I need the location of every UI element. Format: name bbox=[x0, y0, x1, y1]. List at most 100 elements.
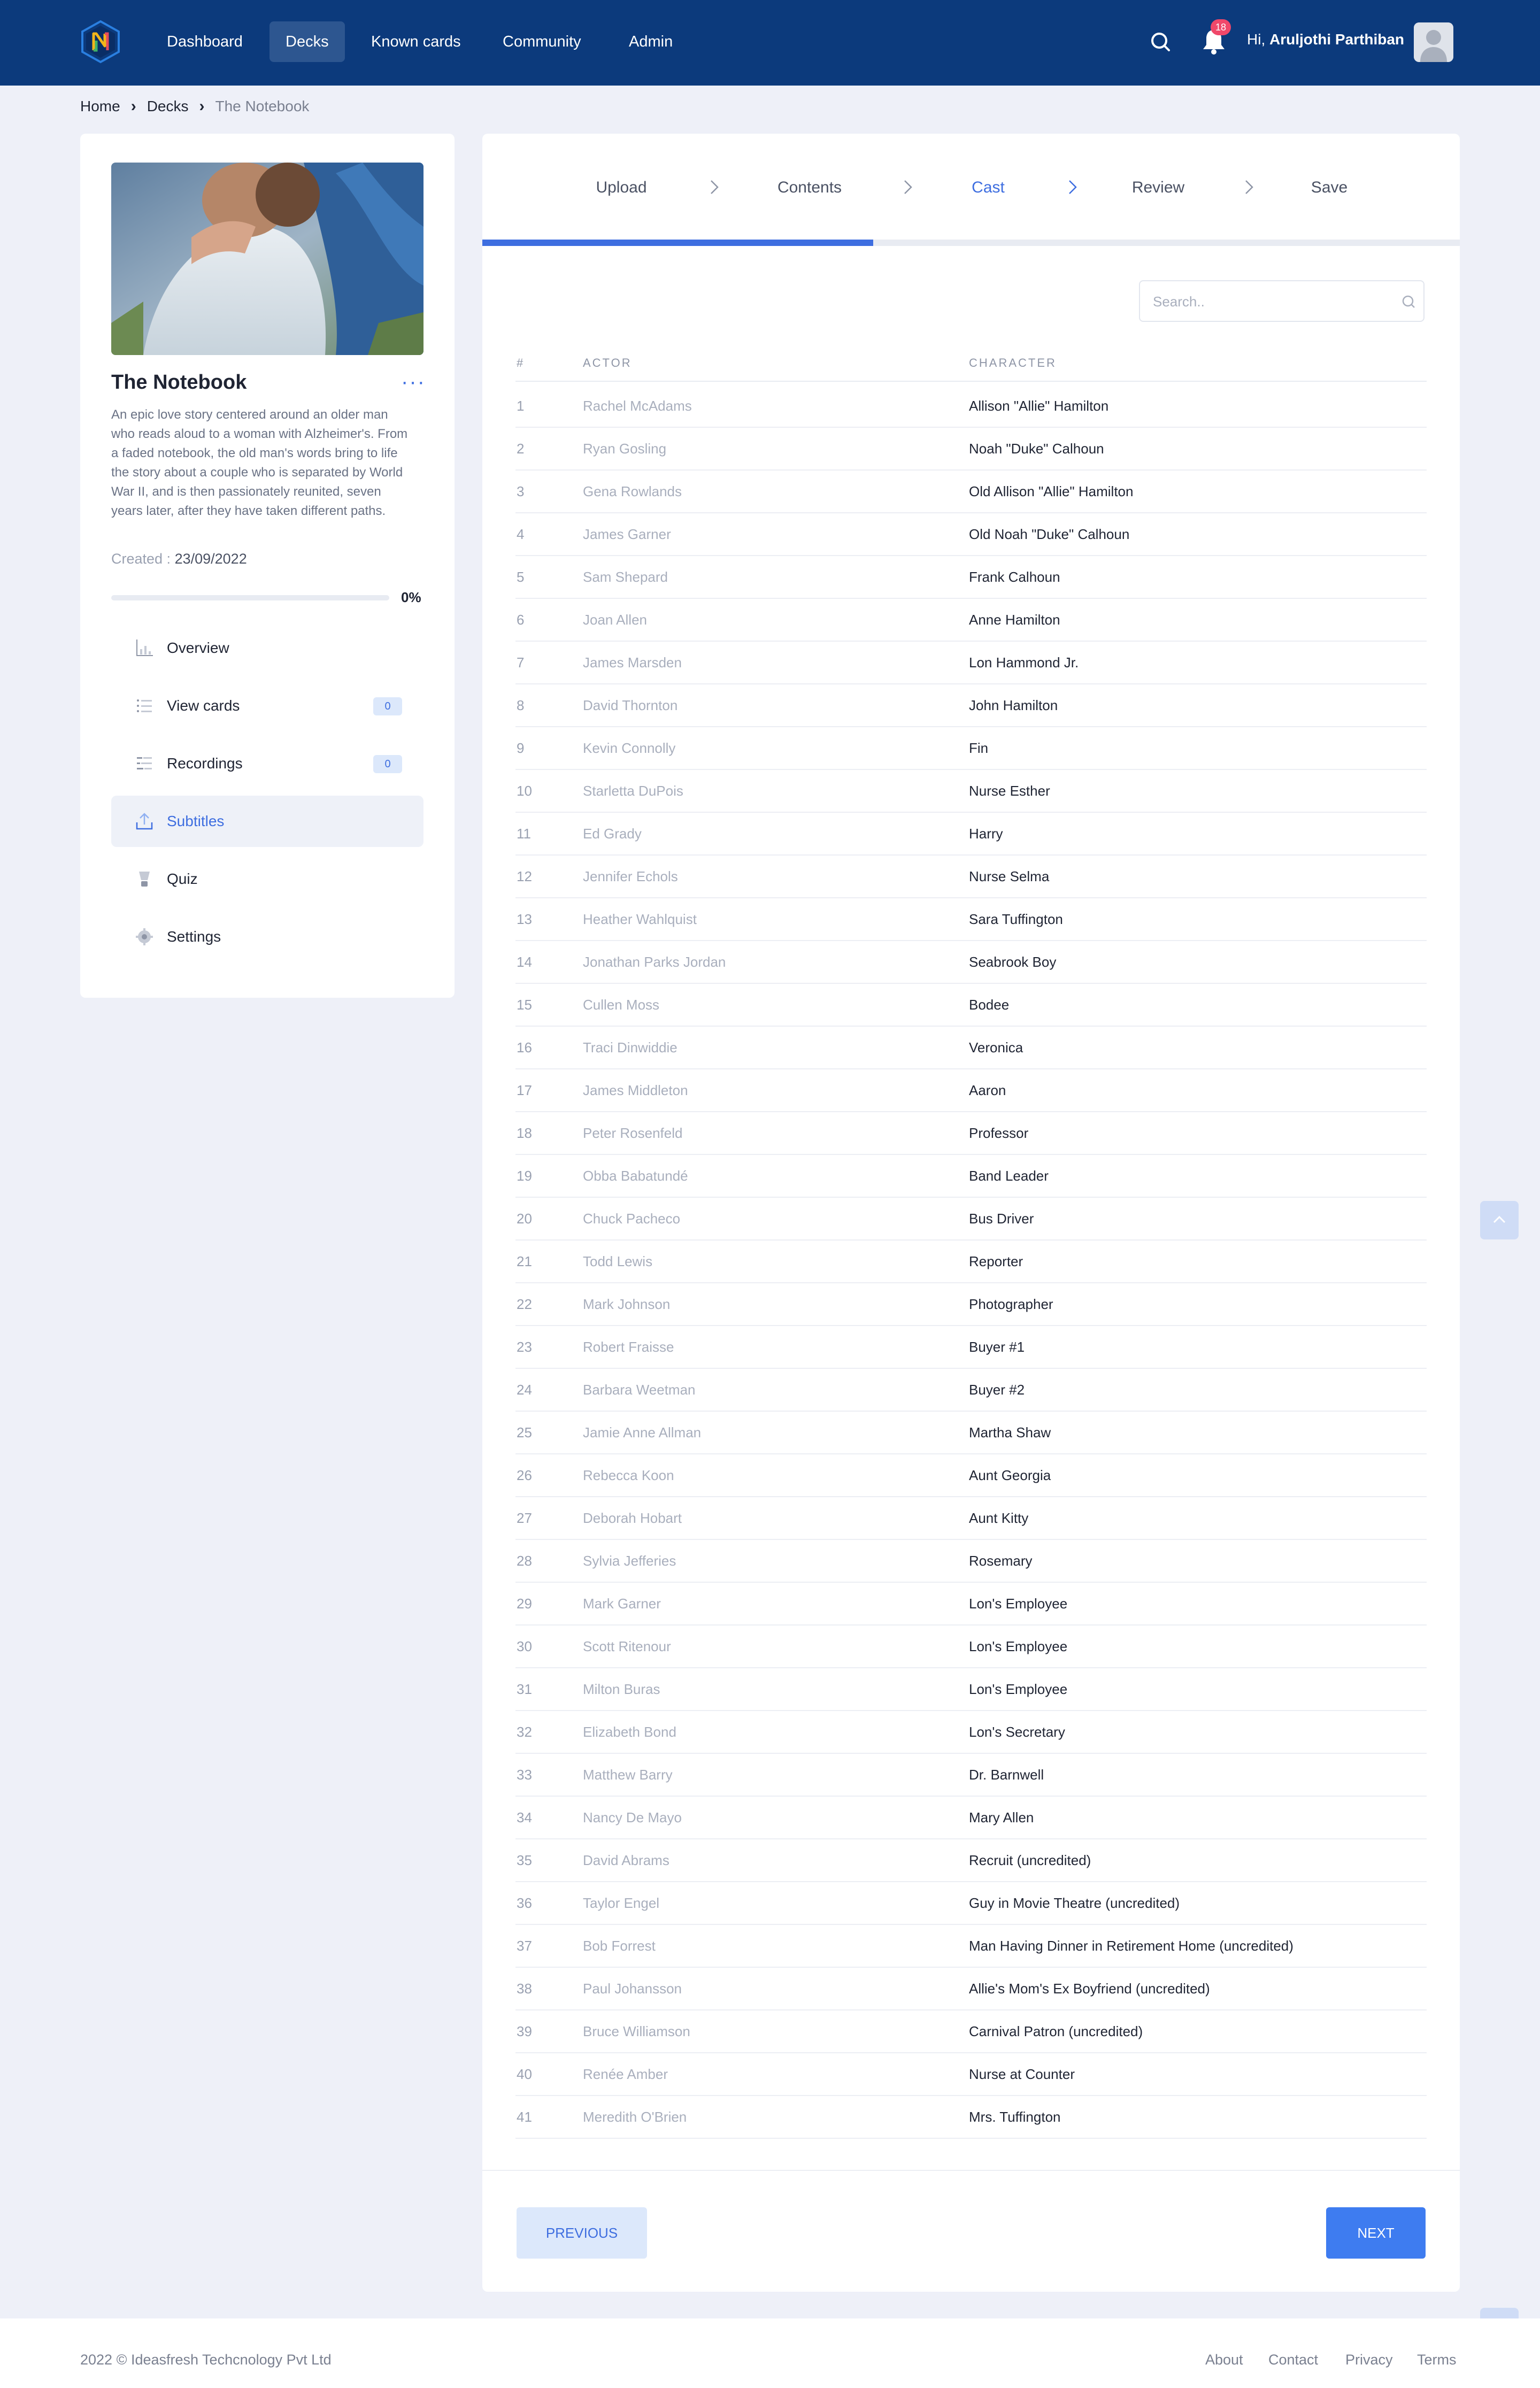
breadcrumb-decks[interactable]: Decks bbox=[147, 98, 189, 115]
table-row[interactable]: 4 James Garner Old Noah "Duke" Calhoun bbox=[515, 513, 1427, 556]
sidebar-item-overview[interactable]: Overview bbox=[111, 622, 424, 674]
table-row[interactable]: 18 Peter Rosenfeld Professor bbox=[515, 1112, 1427, 1155]
table-row[interactable]: 1 Rachel McAdams Allison "Allie" Hamilton bbox=[515, 385, 1427, 428]
search-input[interactable] bbox=[1153, 291, 1388, 312]
table-row[interactable]: 37 Bob Forrest Man Having Dinner in Retire… bbox=[515, 1925, 1427, 1968]
table-row[interactable]: 29 Mark Garner Lon's Employee bbox=[515, 1583, 1427, 1626]
table-row[interactable]: 15 Cullen Moss Bodee bbox=[515, 984, 1427, 1027]
table-row[interactable]: 41 Meredith O'Brien Mrs. Tuffington bbox=[515, 2096, 1427, 2139]
cast-number: 18 bbox=[517, 1125, 532, 1141]
sidebar-item-view-cards[interactable]: View cards 0 bbox=[111, 680, 424, 731]
table-row[interactable]: 8 David Thornton John Hamilton bbox=[515, 684, 1427, 727]
upload-icon bbox=[136, 813, 153, 830]
more-options-icon[interactable]: ··· bbox=[401, 371, 426, 392]
table-row[interactable]: 20 Chuck Pacheco Bus Driver bbox=[515, 1198, 1427, 1241]
recordings-icon bbox=[137, 757, 152, 769]
table-row[interactable]: 16 Traci Dinwiddie Veronica bbox=[515, 1027, 1427, 1069]
table-row[interactable]: 12 Jennifer Echols Nurse Selma bbox=[515, 856, 1427, 898]
sidebar-item-quiz[interactable]: Quiz bbox=[111, 853, 424, 905]
table-row[interactable]: 11 Ed Grady Harry bbox=[515, 813, 1427, 856]
wizard-progress-fill bbox=[482, 240, 874, 246]
table-row[interactable]: 31 Milton Buras Lon's Employee bbox=[515, 1668, 1427, 1711]
chevron-right-icon bbox=[711, 180, 719, 194]
notification-badge: 18 bbox=[1211, 19, 1231, 35]
deck-progress-label: 0% bbox=[401, 589, 421, 605]
scroll-to-top-button[interactable] bbox=[1480, 1201, 1519, 1239]
table-row[interactable]: 32 Elizabeth Bond Lon's Secretary bbox=[515, 1711, 1427, 1754]
cast-number: 5 bbox=[517, 569, 525, 585]
cast-character: Dr. Barnwell bbox=[969, 1767, 1044, 1783]
table-row[interactable]: 21 Todd Lewis Reporter bbox=[515, 1241, 1427, 1283]
footer-link-privacy[interactable]: Privacy bbox=[1345, 2352, 1393, 2368]
step-cast[interactable]: Cast bbox=[972, 179, 1005, 197]
search-icon[interactable] bbox=[1149, 30, 1172, 53]
table-row[interactable]: 28 Sylvia Jefferies Rosemary bbox=[515, 1540, 1427, 1583]
sidebar-item-label: Overview bbox=[167, 640, 229, 656]
table-row[interactable]: 22 Mark Johnson Photographer bbox=[515, 1283, 1427, 1326]
sidebar-item-subtitles[interactable]: Subtitles bbox=[111, 796, 424, 847]
step-upload[interactable]: Upload bbox=[596, 179, 646, 197]
sidebar-item-settings[interactable]: Settings bbox=[111, 911, 424, 962]
nav-known-cards[interactable]: Known cards bbox=[355, 21, 477, 62]
cast-number: 4 bbox=[517, 526, 525, 542]
table-row[interactable]: 17 James Middleton Aaron bbox=[515, 1069, 1427, 1112]
avatar[interactable] bbox=[1414, 22, 1453, 62]
sidebar-item-label: Settings bbox=[167, 928, 221, 945]
deck-created: Created : 23/09/2022 bbox=[111, 551, 247, 567]
table-row[interactable]: 34 Nancy De Mayo Mary Allen bbox=[515, 1797, 1427, 1839]
step-contents[interactable]: Contents bbox=[777, 179, 842, 197]
table-row[interactable]: 33 Matthew Barry Dr. Barnwell bbox=[515, 1754, 1427, 1797]
cast-editor-card: Upload Contents Cast Review Save # ACTOR… bbox=[482, 134, 1460, 2292]
sidebar-item-recordings[interactable]: Recordings 0 bbox=[111, 738, 424, 789]
user-greeting[interactable]: Hi, Aruljothi Parthiban bbox=[1247, 31, 1404, 48]
cast-actor: Todd Lewis bbox=[583, 1253, 653, 1269]
cast-table-body: 1 Rachel McAdams Allison "Allie" Hamilton 2… bbox=[515, 385, 1427, 2139]
table-row[interactable]: 6 Joan Allen Anne Hamilton bbox=[515, 599, 1427, 642]
count-badge: 0 bbox=[373, 697, 402, 715]
step-review[interactable]: Review bbox=[1132, 179, 1184, 197]
search-icon[interactable] bbox=[1400, 293, 1417, 310]
cast-actor: Jamie Anne Allman bbox=[583, 1424, 702, 1440]
cast-actor: Sylvia Jefferies bbox=[583, 1553, 676, 1569]
breadcrumb: Home › Decks › The Notebook bbox=[80, 97, 309, 115]
step-save[interactable]: Save bbox=[1311, 179, 1348, 197]
table-row[interactable]: 35 David Abrams Recruit (uncredited) bbox=[515, 1839, 1427, 1882]
footer-link-contact[interactable]: Contact bbox=[1268, 2352, 1318, 2368]
table-row[interactable]: 30 Scott Ritenour Lon's Employee bbox=[515, 1626, 1427, 1668]
table-row[interactable]: 10 Starletta DuPois Nurse Esther bbox=[515, 770, 1427, 813]
nav-community[interactable]: Community bbox=[487, 21, 597, 62]
table-row[interactable]: 27 Deborah Hobart Aunt Kitty bbox=[515, 1497, 1427, 1540]
table-row[interactable]: 19 Obba Babatundé Band Leader bbox=[515, 1155, 1427, 1198]
table-row[interactable]: 39 Bruce Williamson Carnival Patron (uncre… bbox=[515, 2010, 1427, 2053]
cast-actor: Heather Wahlquist bbox=[583, 911, 697, 927]
table-row[interactable]: 7 James Marsden Lon Hammond Jr. bbox=[515, 642, 1427, 684]
breadcrumb-home[interactable]: Home bbox=[80, 98, 120, 115]
table-row[interactable]: 24 Barbara Weetman Buyer #2 bbox=[515, 1369, 1427, 1412]
nav-dashboard[interactable]: Dashboard bbox=[151, 21, 259, 62]
app-logo[interactable] bbox=[78, 19, 123, 64]
next-button[interactable]: NEXT bbox=[1326, 2207, 1426, 2259]
nav-decks[interactable]: Decks bbox=[270, 21, 345, 62]
table-row[interactable]: 9 Kevin Connolly Fin bbox=[515, 727, 1427, 770]
table-row[interactable]: 25 Jamie Anne Allman Martha Shaw bbox=[515, 1412, 1427, 1454]
table-row[interactable]: 3 Gena Rowlands Old Allison "Allie" Hamilt… bbox=[515, 471, 1427, 513]
table-row[interactable]: 23 Robert Fraisse Buyer #1 bbox=[515, 1326, 1427, 1369]
table-row[interactable]: 38 Paul Johansson Allie's Mom's Ex Boyfrie… bbox=[515, 1968, 1427, 2010]
column-header-character[interactable]: CHARACTER bbox=[969, 356, 1057, 370]
footer-link-terms[interactable]: Terms bbox=[1417, 2352, 1457, 2368]
table-row[interactable]: 2 Ryan Gosling Noah "Duke" Calhoun bbox=[515, 428, 1427, 471]
cast-number: 41 bbox=[517, 2109, 532, 2125]
table-row[interactable]: 13 Heather Wahlquist Sara Tuffington bbox=[515, 898, 1427, 941]
previous-button[interactable]: PREVIOUS bbox=[517, 2207, 647, 2259]
table-row[interactable]: 5 Sam Shepard Frank Calhoun bbox=[515, 556, 1427, 599]
nav-admin[interactable]: Admin bbox=[613, 21, 689, 62]
column-header-actor[interactable]: ACTOR bbox=[583, 356, 632, 370]
table-row[interactable]: 36 Taylor Engel Guy in Movie Theatre (uncr… bbox=[515, 1882, 1427, 1925]
sidebar-item-label: View cards bbox=[167, 697, 240, 714]
cast-character: Photographer bbox=[969, 1296, 1053, 1312]
table-row[interactable]: 26 Rebecca Koon Aunt Georgia bbox=[515, 1454, 1427, 1497]
deck-progress-bar bbox=[111, 595, 389, 600]
footer-link-about[interactable]: About bbox=[1205, 2352, 1243, 2368]
table-row[interactable]: 14 Jonathan Parks Jordan Seabrook Boy bbox=[515, 941, 1427, 984]
table-row[interactable]: 40 Renée Amber Nurse at Counter bbox=[515, 2053, 1427, 2096]
